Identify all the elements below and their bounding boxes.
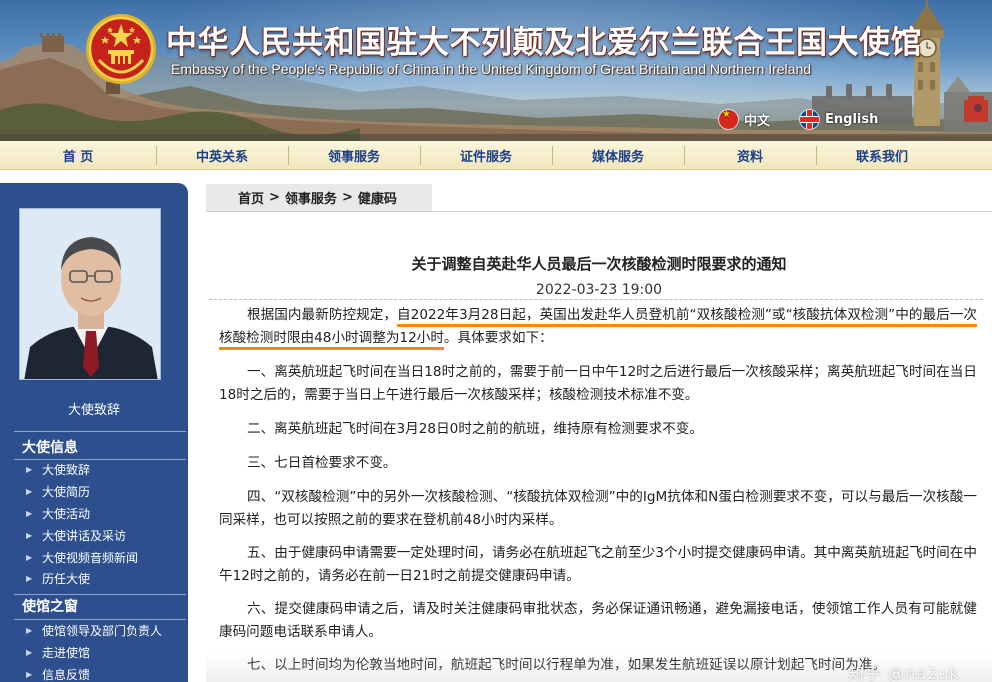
triangle-right-icon: ▶	[26, 552, 33, 562]
sidebar-list-ambassador: ▶ 大使致辞 ▶ 大使简历 ▶ 大使活动 ▶ 大使讲话及采访 ▶ 大使视频音频新…	[26, 459, 138, 590]
sidebar-item-former-ambassadors[interactable]: ▶ 历任大使	[26, 568, 138, 590]
language-english-link[interactable]: English	[800, 108, 878, 130]
ambassador-remarks-link[interactable]: 大使致辞	[0, 399, 188, 418]
ambassador-photo[interactable]	[19, 208, 161, 380]
sidebar-divider	[14, 431, 186, 432]
sidebar-item-label: 大使活动	[42, 506, 91, 521]
embassy-title-cn: 中华人民共和国驻大不列颠及北爱尔兰联合王国大使馆	[166, 25, 922, 61]
triangle-right-icon: ▶	[26, 530, 33, 540]
language-chinese-link[interactable]: 中文	[719, 108, 770, 130]
nav-item-consular-services[interactable]: 领事服务	[288, 141, 420, 170]
sidebar-item-label: 大使讲话及采访	[42, 528, 127, 543]
nav-item-contact-us[interactable]: 联系我们	[816, 141, 948, 170]
uk-flag-icon	[800, 109, 819, 129]
sidebar-item-video-audio-news[interactable]: ▶ 大使视频音频新闻	[26, 546, 138, 568]
sidebar-item-label: 使馆领导及部门负责人	[42, 624, 163, 639]
triangle-right-icon: ▶	[26, 669, 33, 679]
article-paragraph: 六、提交健康码申请之后，请及时关注健康码审批状态，务必保证通讯畅通，避免漏接电话…	[219, 601, 977, 640]
intro-text: 。具体要求如下：	[443, 330, 553, 346]
header-banner: 中华人民共和国驻大不列颠及北爱尔兰联合王国大使馆 Embassy of the …	[0, 0, 992, 141]
sidebar-heading-ambassador-info: 大使信息	[22, 440, 78, 456]
breadcrumb-home-link[interactable]: 首页	[238, 188, 264, 207]
sidebar-item-label: 大使简历	[42, 485, 91, 500]
triangle-right-icon: ▶	[26, 465, 33, 475]
sidebar-item-leadership[interactable]: ▶ 使馆领导及部门负责人	[26, 620, 162, 642]
triangle-right-icon: ▶	[26, 648, 33, 658]
sidebar-item-label: 信息反馈	[42, 667, 91, 682]
sidebar-item-feedback[interactable]: ▶ 信息反馈	[26, 664, 162, 682]
china-flag-icon	[719, 109, 738, 129]
breadcrumb-consular-link[interactable]: 领事服务	[285, 188, 337, 207]
article-divider	[209, 299, 983, 300]
breadcrumb: 首页 > 领事服务 > 健康码	[206, 184, 432, 212]
national-emblem-icon	[86, 14, 156, 84]
article-title: 关于调整自英赴华人员最后一次核酸检测时限要求的通知	[411, 255, 787, 273]
intro-text: 根据国内最新防控规定，	[247, 307, 398, 323]
article-paragraph: 一、离英航班起飞时间在当日18时之前的，需要于前一日中午12时之后进行最后一次核…	[219, 364, 977, 403]
article-paragraph: 五、由于健康码申请需要一定处理时间，请务必在航班起飞之前至少3个小时提交健康码申…	[219, 545, 977, 584]
breadcrumb-separator: >	[341, 190, 353, 205]
triangle-right-icon: ▶	[26, 508, 33, 518]
breadcrumb-current-link[interactable]: 健康码	[358, 188, 397, 207]
main-nav: 首 页 中英关系 领事服务 证件服务 媒体服务 资料 联系我们	[0, 141, 992, 170]
nav-item-sino-uk-relations[interactable]: 中英关系	[156, 141, 288, 170]
article-date: 2022-03-23 19:00	[535, 282, 663, 298]
article-paragraph: 二、离英航班起飞时间在3月28日0时之前的航班，维持原有检测要求不变。	[247, 421, 703, 437]
triangle-right-icon: ▶	[26, 626, 33, 636]
triangle-right-icon: ▶	[26, 487, 33, 497]
nav-item-media-services[interactable]: 媒体服务	[552, 141, 684, 170]
article-paragraph: 四、“双核酸检测”中的另外一次核酸检测、“核酸抗体双检测”中的IgM抗体和N蛋白…	[219, 489, 977, 528]
highlighted-text: 自2022年3月28日起，英国出发赴华人员登机前“双核酸检测”或“核酸抗体双检测…	[397, 307, 950, 327]
sidebar-item-visit-embassy[interactable]: ▶ 走进使馆	[26, 642, 162, 664]
nav-item-document-services[interactable]: 证件服务	[420, 141, 552, 170]
sidebar-item-ambassador-remarks[interactable]: ▶ 大使致辞	[26, 459, 138, 481]
language-english-label: English	[825, 111, 879, 127]
breadcrumb-rule	[432, 211, 992, 212]
triangle-right-icon: ▶	[26, 574, 33, 584]
sidebar-list-embassy: ▶ 使馆领导及部门负责人 ▶ 走进使馆 ▶ 信息反馈	[26, 620, 162, 682]
nav-item-home[interactable]: 首 页	[0, 141, 156, 170]
sidebar-heading-embassy-window: 使馆之窗	[22, 599, 78, 615]
sidebar-item-ambassador-activities[interactable]: ▶ 大使活动	[26, 503, 138, 525]
nav-item-resources[interactable]: 资料	[684, 141, 816, 170]
article-intro-paragraph: 根据国内最新防控规定，自2022年3月28日起，英国出发赴华人员登机前“双核酸检…	[219, 304, 977, 350]
watermark: 知乎 @na2uk	[848, 664, 960, 682]
sidebar: 大使致辞 大使信息 ▶ 大使致辞 ▶ 大使简历 ▶ 大使活动 ▶ 大使讲话及采访…	[0, 183, 188, 682]
sidebar-item-ambassador-bio[interactable]: ▶ 大使简历	[26, 481, 138, 503]
ambassador-portrait-image	[20, 209, 160, 379]
sidebar-item-speeches-interviews[interactable]: ▶ 大使讲话及采访	[26, 524, 138, 546]
language-chinese-label: 中文	[744, 113, 771, 129]
page: 中华人民共和国驻大不列颠及北爱尔兰联合王国大使馆 Embassy of the …	[0, 0, 992, 682]
sidebar-item-label: 大使视频音频新闻	[42, 550, 139, 565]
sidebar-item-label: 历任大使	[42, 572, 91, 587]
embassy-title-en: Embassy of the People's Republic of Chin…	[171, 61, 812, 77]
sidebar-divider	[14, 594, 186, 595]
sidebar-item-label: 大使致辞	[42, 463, 91, 478]
breadcrumb-separator: >	[269, 190, 280, 205]
sidebar-item-label: 走进使馆	[42, 646, 91, 661]
article-paragraph: 三、七日首检要求不变。	[247, 455, 397, 471]
